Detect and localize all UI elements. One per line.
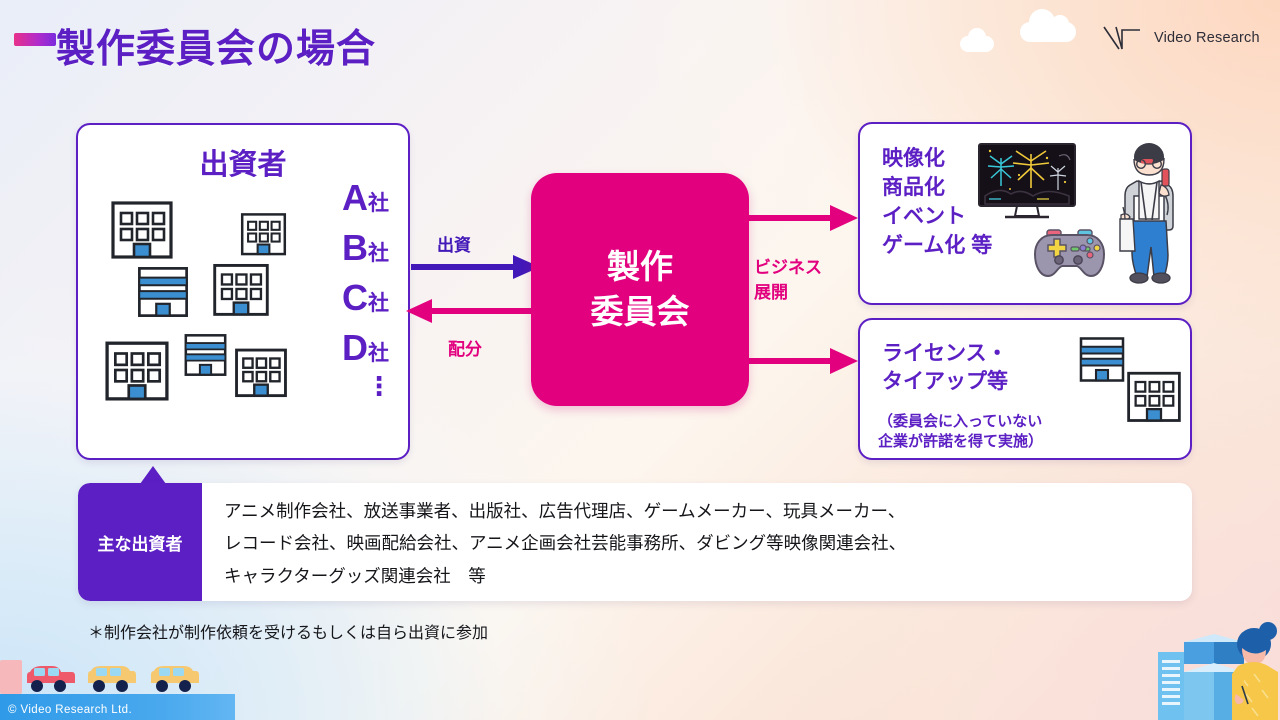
slide-root: 製作委員会の場合 Video Research 出資者 A社 B社 C社 D社 … (0, 0, 1280, 720)
company-c-letter: C (342, 277, 368, 318)
building-window-icon (1127, 371, 1181, 422)
license-title: ライセンス・ タイアップ等 (882, 342, 1008, 394)
company-ellipsis: ⋮ (366, 371, 392, 401)
building-window-icon (111, 201, 173, 259)
arrow-label-business-line2: 展開 (754, 282, 788, 302)
arrow-investment (411, 255, 540, 279)
company-a-letter: A (342, 177, 368, 218)
building-striped-icon (138, 267, 188, 317)
company-list: A社 B社 C社 D社 ⋮ (342, 180, 392, 401)
building-window-icon (213, 263, 269, 316)
license-note: （委員会に入っていない 企業が許諾を得て実施） (878, 413, 1044, 450)
building-striped-icon (1079, 337, 1125, 382)
logo-text: Video Research (1154, 30, 1260, 46)
arrow-business-top (749, 205, 858, 231)
company-b: B社 (342, 230, 389, 266)
business-top-box: 映像化 商品化 イベント ゲーム化 等 (858, 122, 1192, 305)
arrow-business-bottom (749, 348, 858, 374)
building-window-icon (240, 213, 287, 256)
main-investors-body: アニメ制作会社、放送事業者、出版社、広告代理店、ゲームメーカー、玩具メーカー、 … (202, 483, 1192, 601)
city-person-illustration-icon (1158, 622, 1278, 720)
building-striped-icon (184, 334, 227, 376)
car-yellow-icon (151, 666, 199, 692)
company-c: C社 (342, 280, 389, 316)
company-d-suffix: 社 (368, 342, 389, 365)
footer-copyright: © Video Research Ltd. (8, 704, 133, 716)
company-b-suffix: 社 (368, 242, 389, 265)
committee-box: 製作 委員会 (531, 173, 749, 406)
arrow-label-business: ビジネス 展開 (754, 256, 822, 305)
decor-pink-tab (0, 660, 22, 694)
business-item: イベント (882, 205, 966, 229)
business-item: 商品化 (882, 176, 945, 200)
arrow-label-business-line1: ビジネス (754, 258, 822, 277)
company-a: A社 (342, 180, 389, 216)
title-accent-bar (14, 33, 56, 46)
main-investors-line: アニメ制作会社、放送事業者、出版社、広告代理店、ゲームメーカー、玩具メーカー、 (224, 501, 906, 521)
video-research-logo: Video Research (1102, 24, 1260, 52)
cloud-small-icon (960, 28, 994, 52)
company-d-letter: D (342, 327, 368, 368)
company-b-letter: B (342, 227, 368, 268)
main-investors-line: レコード会社、映画配給会社、アニメ企画会社芸能事務所、ダビング等映像関連会社、 (224, 533, 907, 554)
business-top-list: 映像化 商品化 イベント ゲーム化 等 (882, 147, 992, 257)
main-investors-pointer (140, 466, 166, 484)
arrow-label-distribution: 配分 (448, 340, 482, 359)
car-yellow-icon (88, 666, 136, 692)
business-item: ゲーム化 等 (882, 234, 993, 258)
car-red-icon (27, 666, 75, 692)
company-c-suffix: 社 (368, 292, 389, 315)
arrow-distribution (406, 299, 531, 323)
main-investors-panel: 主な出資者 アニメ制作会社、放送事業者、出版社、広告代理店、ゲームメーカー、玩具… (78, 483, 1192, 601)
arrow-label-investment: 出資 (437, 236, 471, 255)
committee-line1: 製作 (607, 247, 673, 285)
page-title: 製作委員会の場合 (56, 28, 377, 71)
cloud-large-icon (1020, 9, 1076, 42)
footnote: ＊制作会社が制作依頼を受けるもしくは自ら出資に参加 (88, 625, 489, 642)
company-a-suffix: 社 (368, 192, 389, 215)
business-item: 映像化 (882, 147, 945, 170)
business-bottom-box: ライセンス・ タイアップ等 （委員会に入っていない 企業が許諾を得て実施） (858, 318, 1192, 460)
building-window-icon (235, 348, 287, 398)
main-investors-tag: 主な出資者 (78, 483, 202, 601)
building-window-icon (105, 341, 169, 401)
game-controller-icon (1033, 229, 1106, 278)
main-investors-line: キャラクターグッズ関連会社 等 (224, 565, 486, 586)
company-d: D社 (342, 330, 389, 366)
committee-line2: 委員会 (590, 292, 690, 330)
investors-box: 出資者 A社 B社 C社 D社 ⋮ (76, 123, 410, 460)
tv-fireworks-icon (978, 143, 1076, 219)
logo-mark-icon (1103, 26, 1140, 50)
person-illustration-icon (1119, 143, 1174, 284)
